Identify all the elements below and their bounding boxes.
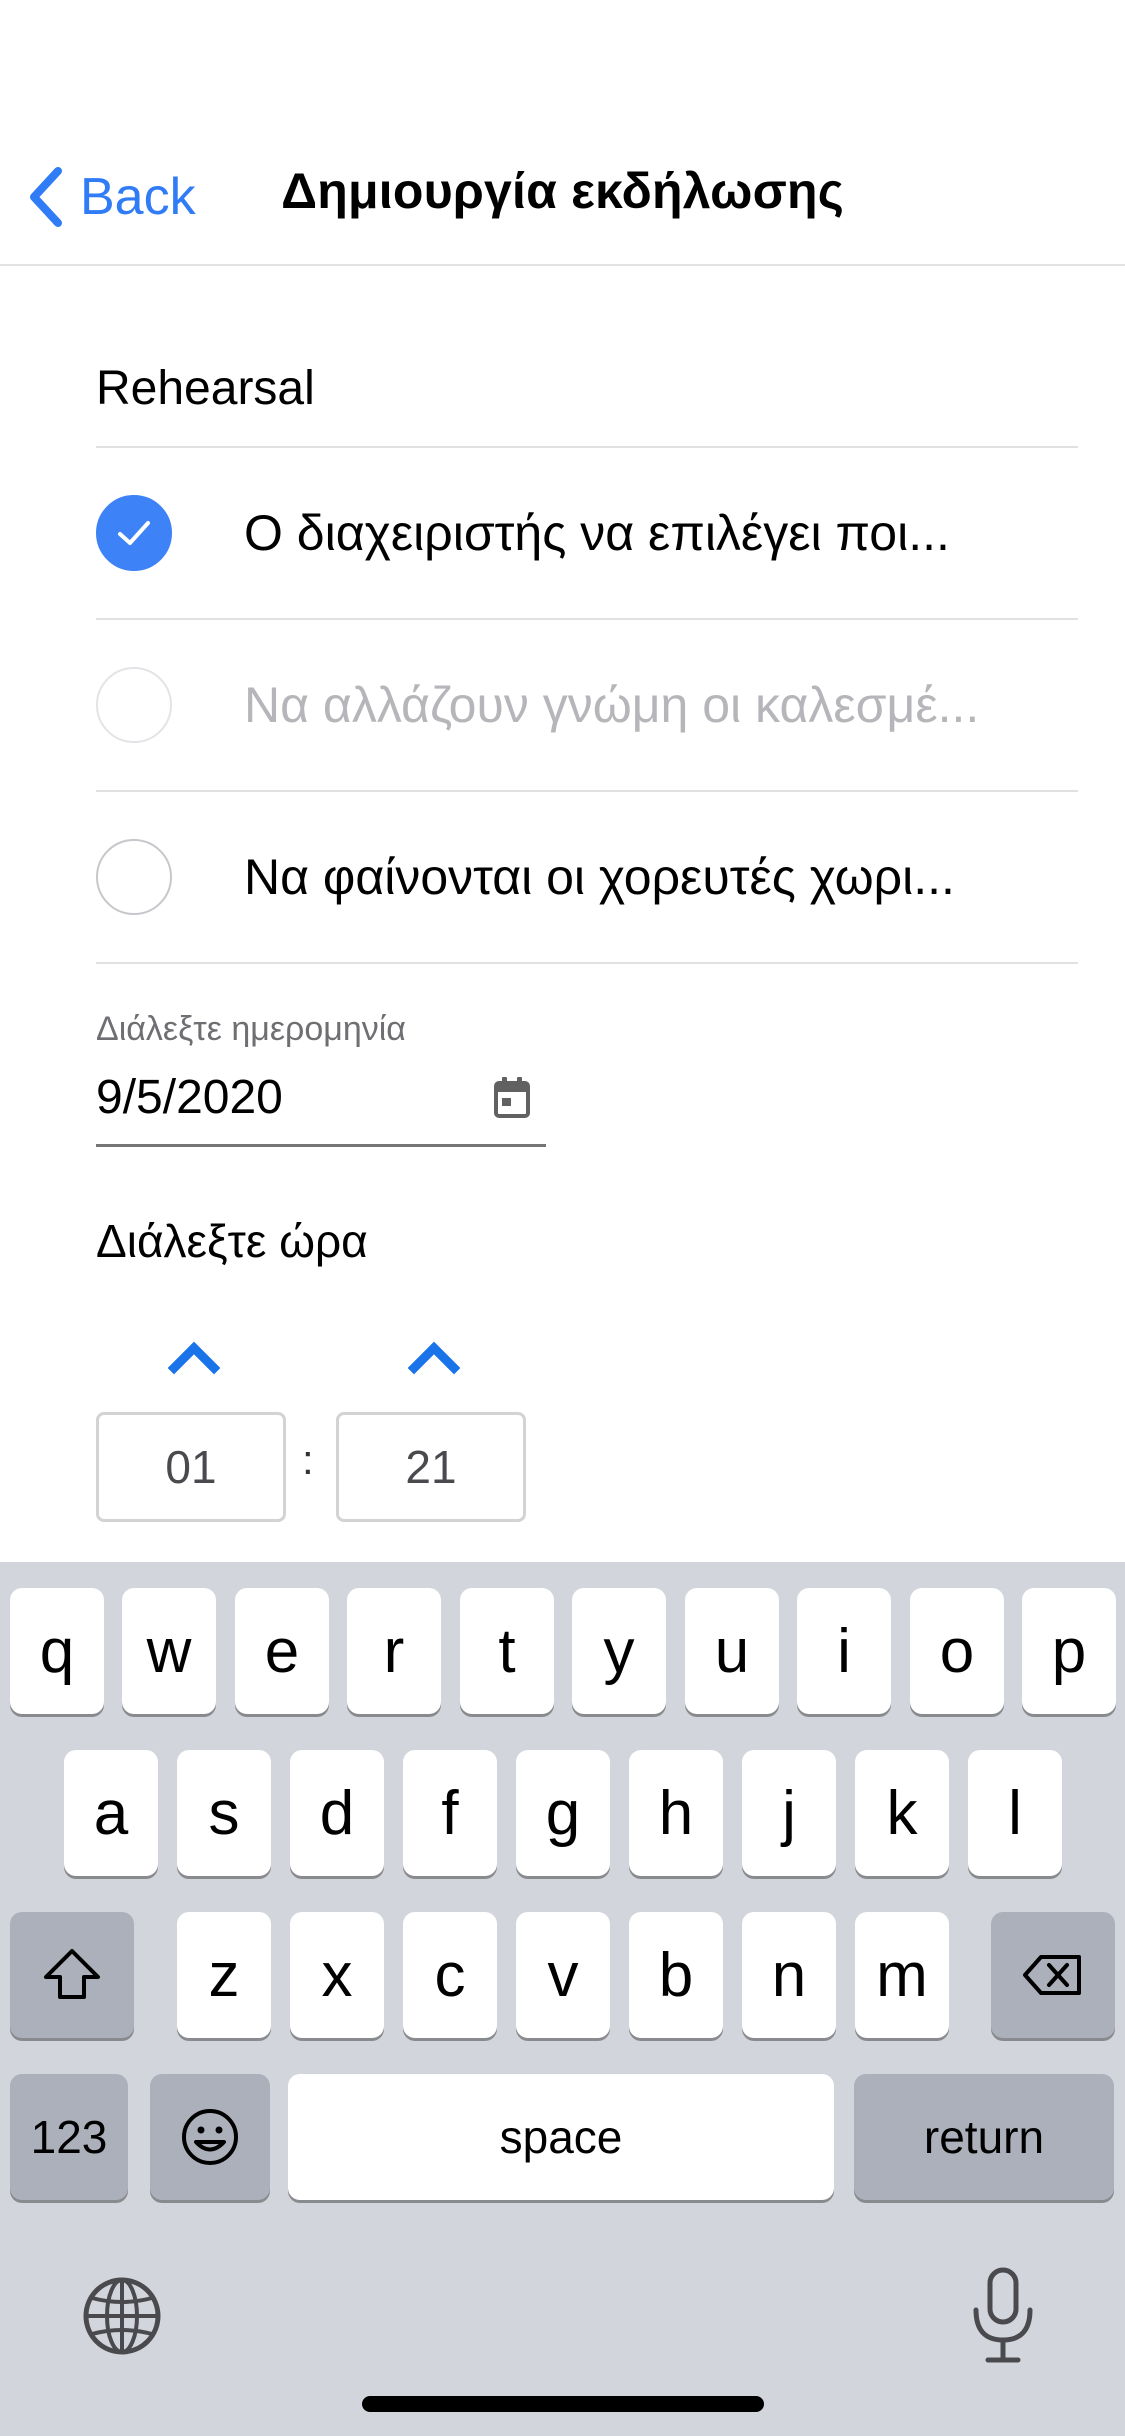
key-f[interactable]: f xyxy=(403,1750,497,1876)
key-v[interactable]: v xyxy=(516,1912,610,2038)
option-invitees-change-mind[interactable]: Να αλλάζουν γνώμη οι καλεσμέ... xyxy=(96,620,1078,792)
key-c[interactable]: c xyxy=(403,1912,497,2038)
key-s[interactable]: s xyxy=(177,1750,271,1876)
emoji-smiley-icon xyxy=(182,2109,238,2165)
minute-input[interactable]: 21 xyxy=(336,1412,526,1522)
key-o[interactable]: o xyxy=(910,1588,1004,1714)
key-u[interactable]: u xyxy=(685,1588,779,1714)
option-admin-selects[interactable]: Ο διαχειριστής να επιλέγει ποι... xyxy=(96,448,1078,620)
time-separator: : xyxy=(302,1436,314,1483)
key-q[interactable]: q xyxy=(10,1588,104,1714)
event-title-input[interactable] xyxy=(96,330,1078,448)
key-l[interactable]: l xyxy=(968,1750,1062,1876)
option-label: Να αλλάζουν γνώμη οι καλεσμέ... xyxy=(244,677,980,733)
page-title: Δημιουργία εκδήλωσης xyxy=(281,163,844,219)
key-k[interactable]: k xyxy=(855,1750,949,1876)
key-y[interactable]: y xyxy=(572,1588,666,1714)
key-p[interactable]: p xyxy=(1022,1588,1116,1714)
shift-arrow-icon xyxy=(44,1949,100,1999)
date-value: 9/5/2020 xyxy=(96,1071,283,1124)
key-w[interactable]: w xyxy=(122,1588,216,1714)
key-g[interactable]: g xyxy=(516,1750,610,1876)
key-e[interactable]: e xyxy=(235,1588,329,1714)
checkbox-show-dancers[interactable] xyxy=(96,839,172,915)
return-key[interactable]: return xyxy=(854,2074,1114,2200)
key-m[interactable]: m xyxy=(855,1912,949,2038)
microphone-icon[interactable] xyxy=(970,2266,1036,2366)
key-a[interactable]: a xyxy=(64,1750,158,1876)
home-indicator[interactable] xyxy=(362,2396,764,2412)
date-picker-field[interactable]: 9/5/2020 xyxy=(96,1060,546,1147)
emoji-key[interactable] xyxy=(150,2074,270,2200)
time-label: Διάλεξτε ώρα xyxy=(96,1215,368,1267)
navigation-bar: Back Δημιουργία εκδήλωσης xyxy=(0,0,1125,266)
option-show-dancers[interactable]: Να φαίνονται οι χορευτές χωρι... xyxy=(96,792,1078,964)
backspace-icon xyxy=(1023,1955,1081,1995)
key-r[interactable]: r xyxy=(347,1588,441,1714)
checkbox-admin-selects[interactable] xyxy=(96,495,172,571)
option-label: Ο διαχειριστής να επιλέγει ποι... xyxy=(244,505,950,561)
key-x[interactable]: x xyxy=(290,1912,384,2038)
checkmark-icon xyxy=(118,521,150,545)
key-n[interactable]: n xyxy=(742,1912,836,2038)
minute-increment-chevron-up-icon[interactable] xyxy=(408,1336,460,1376)
space-key[interactable]: space xyxy=(288,2074,834,2200)
key-j[interactable]: j xyxy=(742,1750,836,1876)
calendar-icon[interactable] xyxy=(492,1076,532,1120)
shift-key[interactable] xyxy=(10,1912,134,2038)
delete-key[interactable] xyxy=(991,1912,1115,2038)
date-caption: Διάλεξτε ημερομηνία xyxy=(96,1010,406,1048)
key-h[interactable]: h xyxy=(629,1750,723,1876)
globe-icon[interactable] xyxy=(82,2276,162,2356)
key-i[interactable]: i xyxy=(797,1588,891,1714)
checkbox-invitees-change-mind[interactable] xyxy=(96,667,172,743)
onscreen-keyboard: q w e r t y u i o p a s d f g h j k l z … xyxy=(0,1562,1125,2436)
numbers-key[interactable]: 123 xyxy=(10,2074,128,2200)
hour-input[interactable]: 01 xyxy=(96,1412,286,1522)
key-t[interactable]: t xyxy=(460,1588,554,1714)
key-b[interactable]: b xyxy=(629,1912,723,2038)
key-z[interactable]: z xyxy=(177,1912,271,2038)
option-label: Να φαίνονται οι χορευτές χωρι... xyxy=(244,849,955,905)
hour-increment-chevron-up-icon[interactable] xyxy=(168,1336,220,1376)
key-d[interactable]: d xyxy=(290,1750,384,1876)
